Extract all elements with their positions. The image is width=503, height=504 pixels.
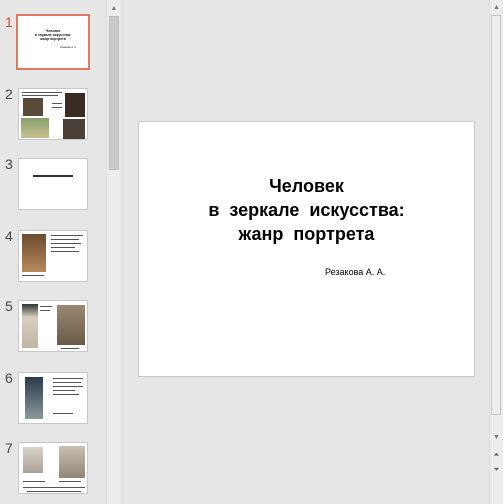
portrait-image (63, 119, 85, 139)
slide-thumbnail-pane: 1 Человек в зеркале искусства: жанр портре… (0, 0, 106, 504)
text-line (27, 491, 81, 492)
text-line (23, 481, 45, 482)
presentation-editor: 1 Человек в зеркале искусства: жанр портре… (0, 0, 503, 504)
thumbnail-row-4[interactable]: 4 (0, 228, 106, 288)
text-line (53, 390, 75, 391)
previous-slide-icon[interactable]: ⏶ (490, 448, 503, 461)
thumbnail-author: Резакова А. А. (60, 46, 77, 49)
portrait-image (23, 98, 43, 116)
thumbnail-row-2[interactable]: 2 (0, 86, 106, 146)
text-line (22, 275, 44, 276)
slide-number: 1 (5, 14, 13, 30)
thumbnail-row-1[interactable]: 1 Человек в зеркале искусства: жанр портре… (0, 14, 106, 74)
slide-thumbnail-3[interactable] (18, 158, 88, 210)
slide-number: 7 (5, 440, 13, 456)
slide-number: 4 (5, 228, 13, 244)
text-line (59, 481, 81, 482)
slide-thumbnail-2[interactable] (18, 88, 88, 140)
statue-image (57, 305, 85, 345)
statue-image (22, 304, 38, 348)
scroll-up-icon[interactable]: ▲ (107, 1, 121, 15)
slide-title[interactable]: Человек в зеркале искусства: жанр портре… (139, 174, 474, 246)
scroll-down-icon[interactable]: ▼ (490, 431, 503, 444)
text-line (22, 95, 58, 96)
text-line (52, 103, 62, 104)
slide-thumbnail-6[interactable] (18, 372, 88, 424)
slide-number: 5 (5, 298, 13, 314)
slide-thumbnail-4[interactable] (18, 230, 88, 282)
scrollbar-handle[interactable] (491, 15, 501, 415)
text-line (61, 348, 79, 349)
text-line (23, 487, 85, 488)
text-line (51, 247, 75, 248)
thumbnail-row-5[interactable]: 5 (0, 298, 106, 358)
text-line (33, 175, 73, 177)
slide-thumbnail-7[interactable] (18, 442, 88, 494)
text-line (53, 382, 81, 383)
slide-author[interactable]: Резакова А. А. (325, 267, 385, 277)
slide-number: 3 (5, 156, 13, 172)
text-line (53, 394, 79, 395)
slide-number: 2 (5, 86, 13, 102)
scrollbar-handle[interactable] (109, 16, 119, 170)
text-line (53, 378, 83, 379)
next-slide-icon[interactable]: ⏷ (490, 463, 503, 476)
text-line (40, 310, 50, 311)
slide-number: 6 (5, 370, 13, 386)
text-line (51, 235, 83, 236)
bust-image (23, 447, 43, 473)
text-line (51, 243, 81, 244)
scroll-up-icon[interactable]: ▲ (490, 1, 503, 14)
thumbnail-title: Человек в зеркале искусства: жанр портрета (34, 29, 72, 41)
text-line (51, 239, 79, 240)
statue-image (25, 377, 43, 419)
thumbnail-row-7[interactable]: 7 (0, 440, 106, 500)
portrait-image (65, 93, 85, 117)
text-line (53, 413, 73, 414)
text-line (40, 306, 52, 307)
text-line (52, 107, 62, 108)
thumbnail-row-6[interactable]: 6 (0, 370, 106, 430)
text-line (51, 251, 79, 252)
painting-image (21, 118, 49, 138)
text-line (53, 386, 83, 387)
slide-thumbnail-5[interactable] (18, 300, 88, 352)
bust-image (22, 234, 46, 272)
current-slide[interactable]: Человек в зеркале искусства: жанр портре… (138, 121, 475, 377)
thumbnail-row-3[interactable]: 3 (0, 156, 106, 216)
bust-image (59, 446, 85, 478)
thumbnail-scrollbar[interactable]: ▲ (106, 0, 122, 504)
slide-thumbnail-1[interactable]: Человек в зеркале искусства: жанр портрета… (16, 14, 90, 70)
slide-edit-area: Человек в зеркале искусства: жанр портре… (123, 0, 489, 504)
text-line (22, 92, 62, 93)
slide-scrollbar[interactable]: ▲ ▼ ⏶ ⏷ (489, 0, 503, 504)
